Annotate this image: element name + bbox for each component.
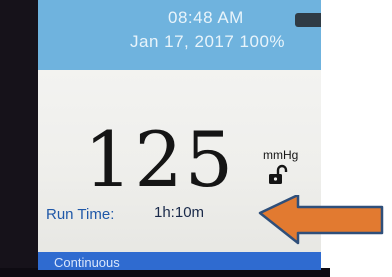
status-bar: 08:48 AM Jan 17, 2017 100% bbox=[38, 0, 321, 70]
battery-icon bbox=[295, 13, 321, 27]
date-text: Jan 17, 2017 bbox=[130, 32, 235, 51]
unlocked-padlock-icon[interactable] bbox=[267, 164, 289, 186]
clock-time: 08:48 AM bbox=[168, 8, 244, 27]
mode-label: Continuous bbox=[54, 255, 120, 270]
status-date: Jan 17, 2017 100% bbox=[130, 32, 285, 52]
device-bezel-left bbox=[0, 0, 38, 277]
pressure-unit: mmHg bbox=[263, 148, 299, 162]
orange-arrow-icon bbox=[258, 195, 384, 245]
mode-bar[interactable]: Continuous bbox=[38, 252, 321, 270]
run-time-label: Run Time: bbox=[46, 206, 115, 223]
battery-percent: 100% bbox=[239, 32, 286, 51]
run-time-value: 1h:10m bbox=[154, 204, 205, 221]
pressure-reading: 125 bbox=[84, 115, 236, 204]
